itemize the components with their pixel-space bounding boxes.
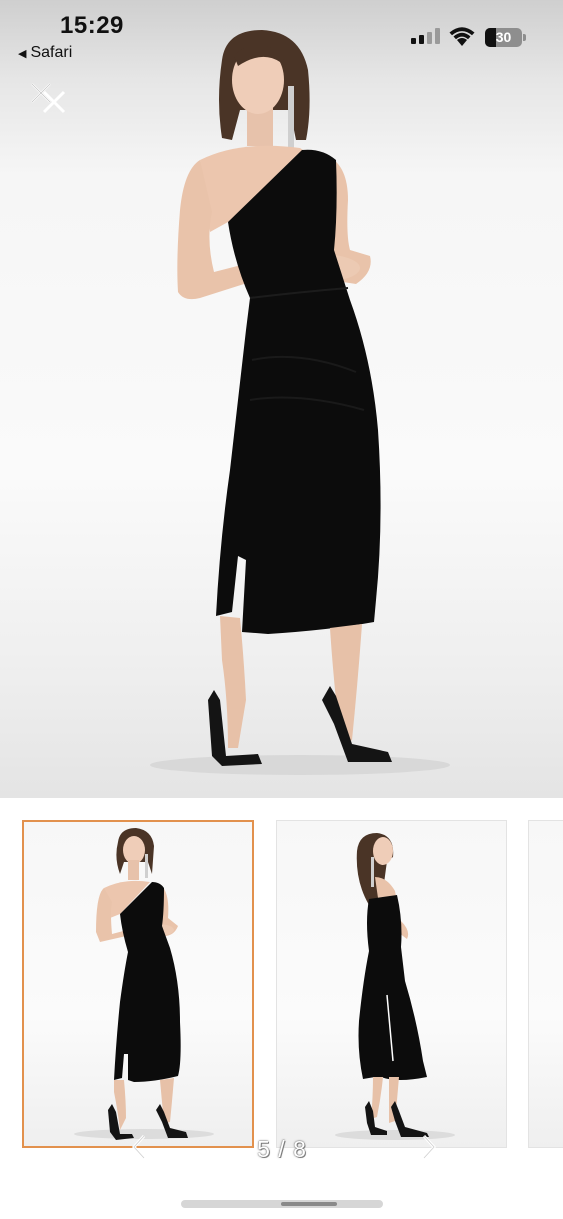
thumbnail-front-image [74, 828, 214, 1140]
home-indicator-grip [281, 1202, 337, 1206]
model-black-one-shoulder-dress-image [150, 30, 450, 775]
home-indicator[interactable] [181, 1200, 383, 1208]
main-product-photo[interactable] [0, 0, 563, 798]
battery-cap [523, 34, 526, 41]
thumbnail-front-view[interactable] [22, 820, 254, 1148]
back-triangle-icon: ◀ [18, 47, 27, 60]
close-icon[interactable] [28, 80, 68, 116]
thumbnail-side-view[interactable] [276, 820, 507, 1148]
back-app-label: Safari [30, 44, 73, 61]
battery-icon: 30 [485, 28, 522, 47]
chevron-left-icon[interactable] [124, 1132, 154, 1162]
back-to-app-button[interactable]: ◀ Safari [18, 44, 72, 62]
thumbnail-side-image [335, 833, 455, 1140]
status-time: 15:29 [60, 12, 124, 39]
wifi-icon [449, 27, 475, 46]
chevron-right-icon[interactable] [414, 1132, 444, 1162]
page-counter: 5 / 8 [257, 1136, 307, 1162]
cellular-signal-icon [411, 28, 440, 44]
battery-level: 30 [495, 29, 512, 45]
thumbnail-partial[interactable] [528, 820, 563, 1148]
